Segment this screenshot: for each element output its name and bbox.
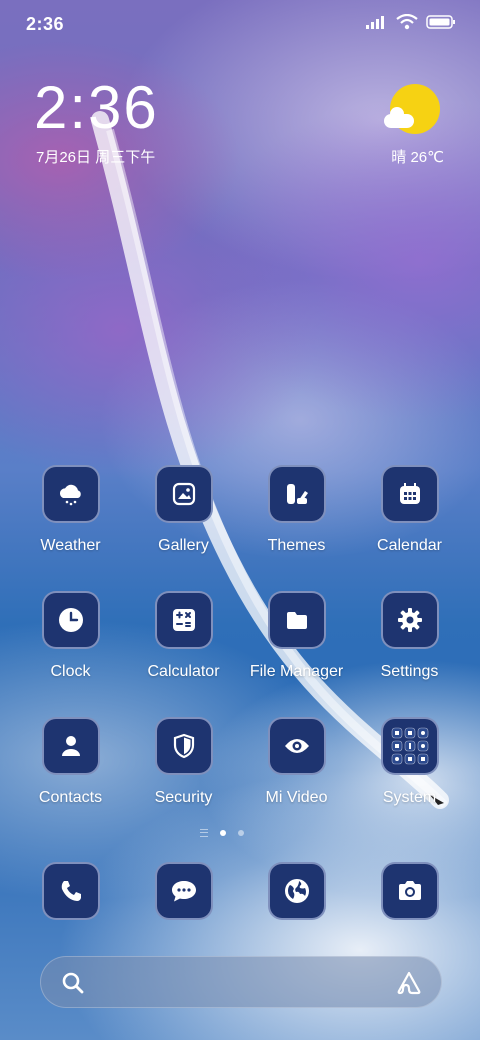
assistant-icon[interactable] — [395, 970, 423, 996]
dock-messages[interactable] — [127, 862, 240, 920]
app-clock[interactable]: Clock — [14, 591, 127, 717]
app-label: System — [382, 789, 437, 806]
dock — [14, 862, 466, 920]
page-dot-active — [220, 830, 226, 836]
status-time: 2:36 — [26, 14, 65, 34]
page-indicator[interactable] — [200, 829, 244, 837]
app-settings[interactable]: Settings — [353, 591, 466, 717]
app-label: Themes — [267, 537, 326, 554]
calculator-icon — [154, 591, 213, 649]
gear-icon — [380, 591, 439, 649]
phone-icon — [41, 862, 100, 920]
app-label: Clock — [50, 663, 91, 680]
app-security[interactable]: Security — [127, 717, 240, 843]
app-gallery[interactable]: Gallery — [127, 465, 240, 591]
app-label: Calendar — [377, 537, 442, 554]
status-bar: 2:36 — [0, 0, 480, 50]
app-file-manager[interactable]: File Manager — [240, 591, 353, 717]
page-dot — [238, 830, 244, 836]
date-text: 7月26日 周三下午 — [36, 149, 156, 166]
dock-camera[interactable] — [353, 862, 466, 920]
folder-icon — [267, 591, 326, 649]
app-label: Contacts — [38, 789, 103, 806]
person-icon — [41, 717, 100, 775]
app-weather[interactable]: Weather — [14, 465, 127, 591]
wifi-icon — [396, 14, 418, 30]
app-label: File Manager — [249, 663, 344, 680]
app-label: Mi Video — [265, 789, 328, 806]
app-grid: Weather Gallery Themes Calendar Clock Ca… — [14, 465, 466, 843]
app-label: Security — [154, 789, 213, 806]
search-icon — [62, 972, 84, 994]
message-icon — [154, 862, 213, 920]
app-label: Weather — [40, 537, 101, 554]
app-mi-video[interactable]: Mi Video — [240, 717, 353, 843]
cloud-shape — [384, 107, 414, 128]
app-label: Calculator — [147, 663, 220, 680]
globe-icon — [267, 862, 326, 920]
dock-phone[interactable] — [14, 862, 127, 920]
weather-text: 晴 26℃ — [391, 149, 444, 166]
app-contacts[interactable]: Contacts — [14, 717, 127, 843]
gallery-icon — [154, 465, 213, 523]
dock-browser[interactable] — [240, 862, 353, 920]
app-label: Gallery — [158, 537, 209, 554]
app-calendar[interactable]: Calendar — [353, 465, 466, 591]
shield-icon — [154, 717, 213, 775]
battery-icon — [426, 15, 455, 29]
app-system-folder[interactable]: System — [353, 717, 466, 843]
weather-icon — [41, 465, 100, 523]
app-label: Settings — [380, 663, 439, 680]
app-themes[interactable]: Themes — [240, 465, 353, 591]
calendar-icon — [380, 465, 439, 523]
themes-icon — [267, 465, 326, 523]
camera-icon — [380, 862, 439, 920]
status-icons — [366, 14, 456, 30]
lockscreen-clock[interactable]: 2:36 — [34, 78, 159, 138]
page-menu-icon — [200, 829, 208, 837]
search-bar[interactable] — [40, 956, 442, 1008]
clock-icon — [41, 591, 100, 649]
folder-grid-icon — [380, 717, 439, 775]
app-calculator[interactable]: Calculator — [127, 591, 240, 717]
eye-icon — [267, 717, 326, 775]
signal-icon — [366, 16, 384, 29]
